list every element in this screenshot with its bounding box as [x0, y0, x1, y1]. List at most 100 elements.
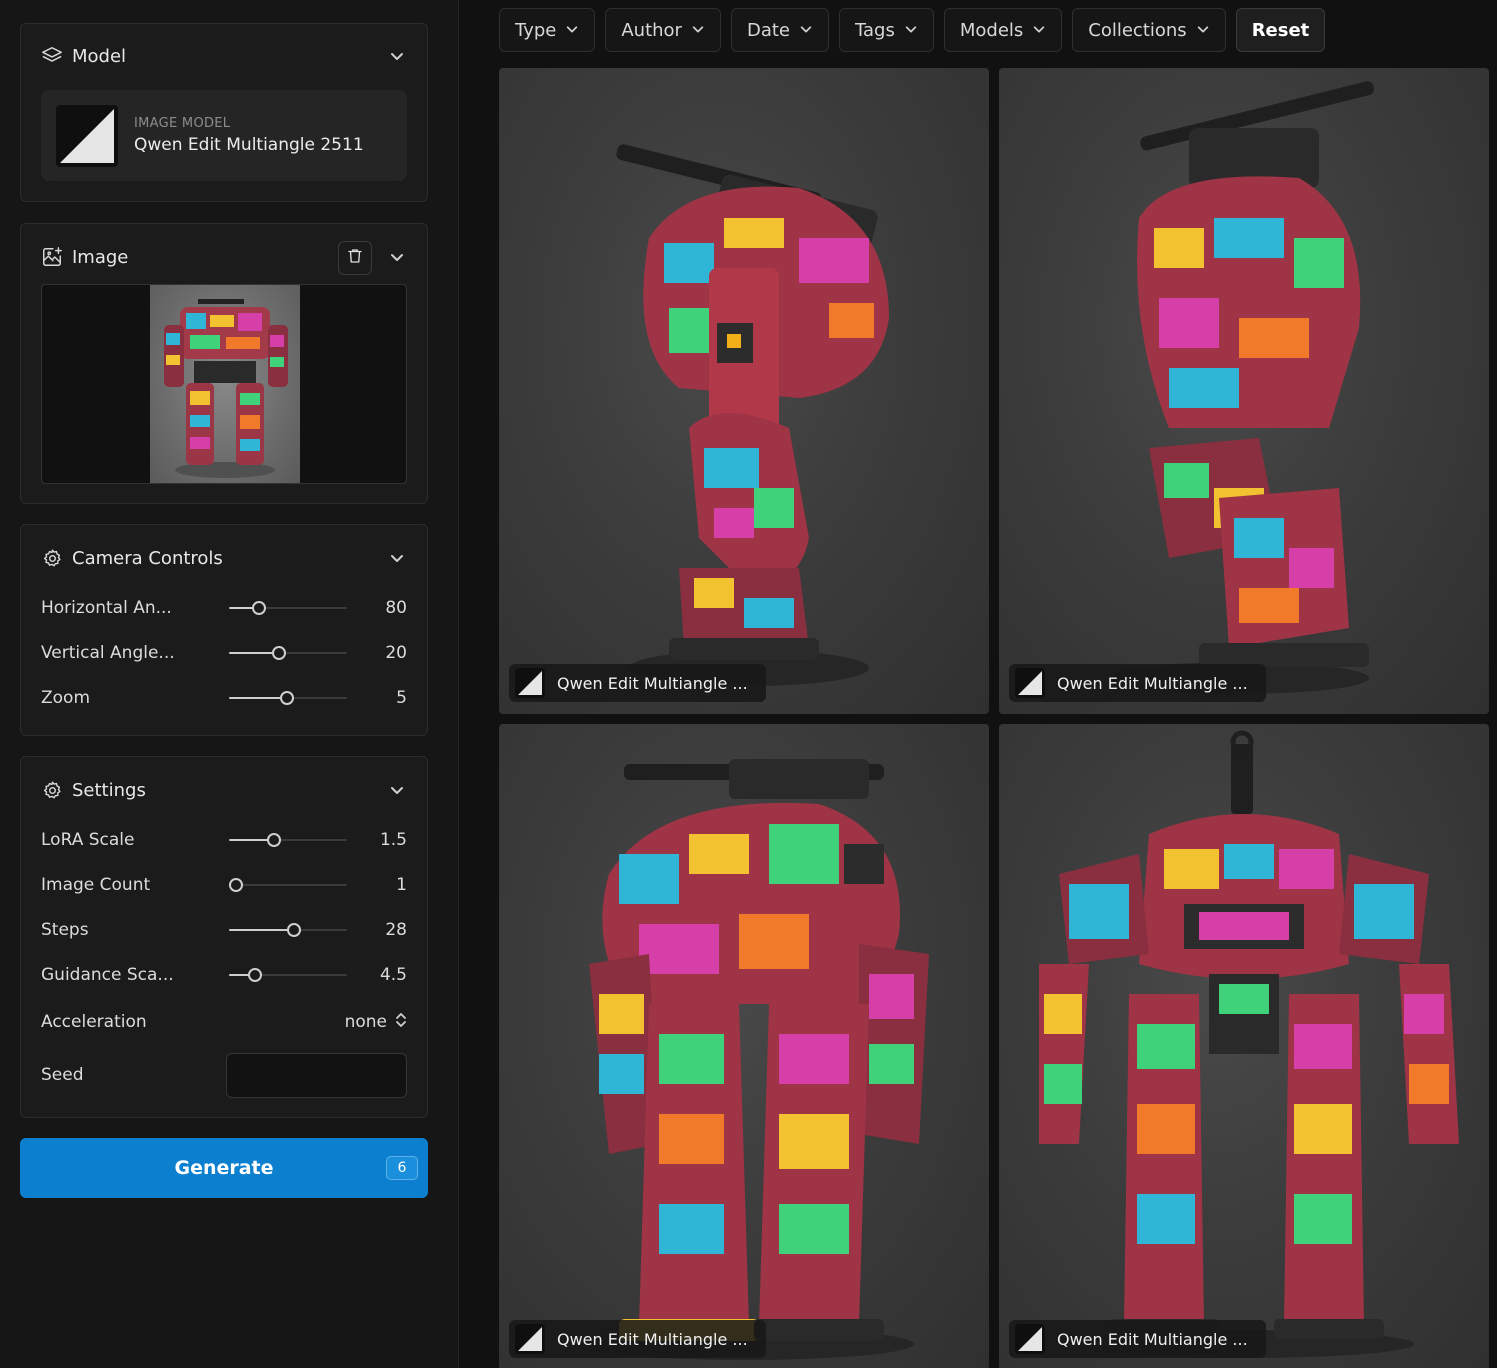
sidebar: Model IMAGE MODEL Qwen Edit Multiangle 2… — [0, 0, 459, 1368]
seed-label: Seed — [41, 1065, 84, 1085]
filter-label: Collections — [1088, 19, 1187, 41]
guidance-scale-label: Guidance Sca... — [41, 965, 174, 985]
slider-knob[interactable] — [251, 601, 266, 615]
generated-image — [574, 759, 929, 1360]
chevron-down-icon — [565, 21, 579, 40]
model-tag-label: Qwen Edit Multiangle ... — [1057, 1329, 1248, 1349]
generated-image — [1109, 81, 1374, 694]
filter-label: Type — [515, 19, 557, 41]
model-tag: Qwen Edit Multiangle ... — [509, 664, 766, 702]
delete-image-button[interactable] — [338, 241, 372, 275]
seed-input[interactable] — [226, 1053, 407, 1098]
image-dropzone[interactable] — [41, 284, 407, 484]
horizontal-angle-value: 80 — [385, 598, 407, 618]
lora-scale-value: 1.5 — [379, 830, 407, 850]
model-tag-label: Qwen Edit Multiangle ... — [557, 673, 748, 693]
generate-button[interactable]: Generate 6 — [20, 1138, 428, 1198]
credit-cost-badge: 6 — [386, 1156, 418, 1180]
image-count-row: Image Count 1 — [41, 873, 407, 897]
lora-scale-row: LoRA Scale 1.5 — [41, 828, 407, 852]
filter-type[interactable]: Type — [499, 8, 596, 52]
filter-author[interactable]: Author — [605, 8, 721, 52]
model-thumbnail — [56, 104, 118, 167]
model-name: Qwen Edit Multiangle 2511 — [134, 135, 364, 155]
horizontal-angle-label: Horizontal An... — [41, 598, 172, 618]
horizontal-angle-slider[interactable] — [229, 600, 347, 616]
image-card-header[interactable]: Image — [41, 241, 407, 275]
model-card: Model IMAGE MODEL Qwen Edit Multiangle 2… — [20, 23, 428, 202]
guidance-scale-row: Guidance Sca... 4.5 — [41, 963, 407, 987]
model-thumbnail — [1015, 668, 1045, 698]
model-tag: Qwen Edit Multiangle ... — [1009, 1320, 1266, 1358]
vertical-angle-value: 20 — [385, 643, 407, 663]
generate-label: Generate — [174, 1157, 274, 1179]
model-tag: Qwen Edit Multiangle ... — [1009, 664, 1266, 702]
image-count-value: 1 — [396, 875, 407, 895]
gear-icon — [41, 547, 63, 569]
camera-controls-title: Camera Controls — [72, 547, 223, 569]
filter-models[interactable]: Models — [943, 8, 1063, 52]
settings-card: Settings LoRA Scale 1.5 Image Count 1 St… — [20, 756, 428, 1118]
model-selector[interactable]: IMAGE MODEL Qwen Edit Multiangle 2511 — [41, 90, 407, 181]
model-tag: Qwen Edit Multiangle ... — [509, 1320, 766, 1358]
slider-knob[interactable] — [271, 646, 286, 660]
guidance-scale-value: 4.5 — [379, 965, 407, 985]
acceleration-value: none — [344, 1012, 387, 1032]
filter-date[interactable]: Date — [730, 8, 829, 52]
chevron-down-icon — [799, 21, 813, 40]
gallery-item[interactable]: Qwen Edit Multiangle ... — [999, 724, 1489, 1368]
steps-slider[interactable] — [229, 922, 347, 938]
filter-tags[interactable]: Tags — [838, 8, 934, 52]
gallery-item[interactable]: Qwen Edit Multiangle ... — [999, 68, 1489, 714]
generated-image — [1039, 730, 1459, 1358]
zoom-slider[interactable] — [229, 690, 347, 706]
slider-knob[interactable] — [286, 923, 301, 937]
gallery-item[interactable]: Qwen Edit Multiangle ... — [499, 68, 989, 714]
model-tag-label: Qwen Edit Multiangle ... — [557, 1329, 748, 1349]
vertical-angle-slider[interactable] — [229, 645, 347, 661]
lora-scale-slider[interactable] — [229, 832, 347, 848]
camera-controls-card: Camera Controls Horizontal An... 80 Vert… — [20, 524, 428, 736]
image-card-title: Image — [72, 246, 129, 268]
model-thumbnail — [515, 668, 545, 698]
slider-knob[interactable] — [266, 833, 281, 847]
chevron-down-icon — [1196, 21, 1210, 40]
chevron-down-icon[interactable] — [387, 247, 407, 267]
horizontal-angle-row: Horizontal An... 80 — [41, 596, 407, 620]
vertical-angle-label: Vertical Angle... — [41, 643, 175, 663]
model-card-header[interactable]: Model — [41, 44, 407, 68]
chevron-down-icon[interactable] — [387, 548, 407, 568]
slider-knob[interactable] — [247, 968, 262, 982]
filter-label: Author — [621, 19, 682, 41]
trash-icon — [346, 247, 364, 269]
camera-controls-header[interactable]: Camera Controls — [41, 546, 407, 570]
layers-icon — [41, 45, 63, 67]
slider-knob[interactable] — [279, 691, 294, 705]
reset-filters-button[interactable]: Reset — [1235, 8, 1326, 52]
gallery-item[interactable]: Qwen Edit Multiangle ... — [499, 724, 989, 1368]
image-count-label: Image Count — [41, 875, 151, 895]
filter-label: Tags — [854, 19, 895, 41]
steps-label: Steps — [41, 920, 89, 940]
up-down-chevron-icon — [395, 1011, 407, 1033]
filter-collections[interactable]: Collections — [1072, 8, 1226, 52]
chevron-down-icon — [691, 21, 705, 40]
guidance-scale-slider[interactable] — [229, 967, 347, 983]
model-thumbnail — [515, 1324, 545, 1354]
chevron-down-icon[interactable] — [387, 780, 407, 800]
filter-label: Models — [959, 19, 1024, 41]
lora-scale-label: LoRA Scale — [41, 830, 135, 850]
acceleration-select[interactable]: none — [345, 1011, 407, 1033]
steps-row: Steps 28 — [41, 918, 407, 942]
image-count-slider[interactable] — [229, 877, 347, 893]
model-card-title: Model — [72, 45, 127, 67]
reset-label: Reset — [1251, 19, 1310, 41]
image-add-icon — [41, 246, 63, 268]
chevron-down-icon[interactable] — [387, 46, 407, 66]
model-kicker: IMAGE MODEL — [134, 116, 231, 131]
settings-title: Settings — [72, 779, 146, 801]
gear-icon — [41, 779, 63, 801]
settings-header[interactable]: Settings — [41, 778, 407, 802]
zoom-label: Zoom — [41, 688, 91, 708]
slider-knob[interactable] — [229, 878, 244, 892]
